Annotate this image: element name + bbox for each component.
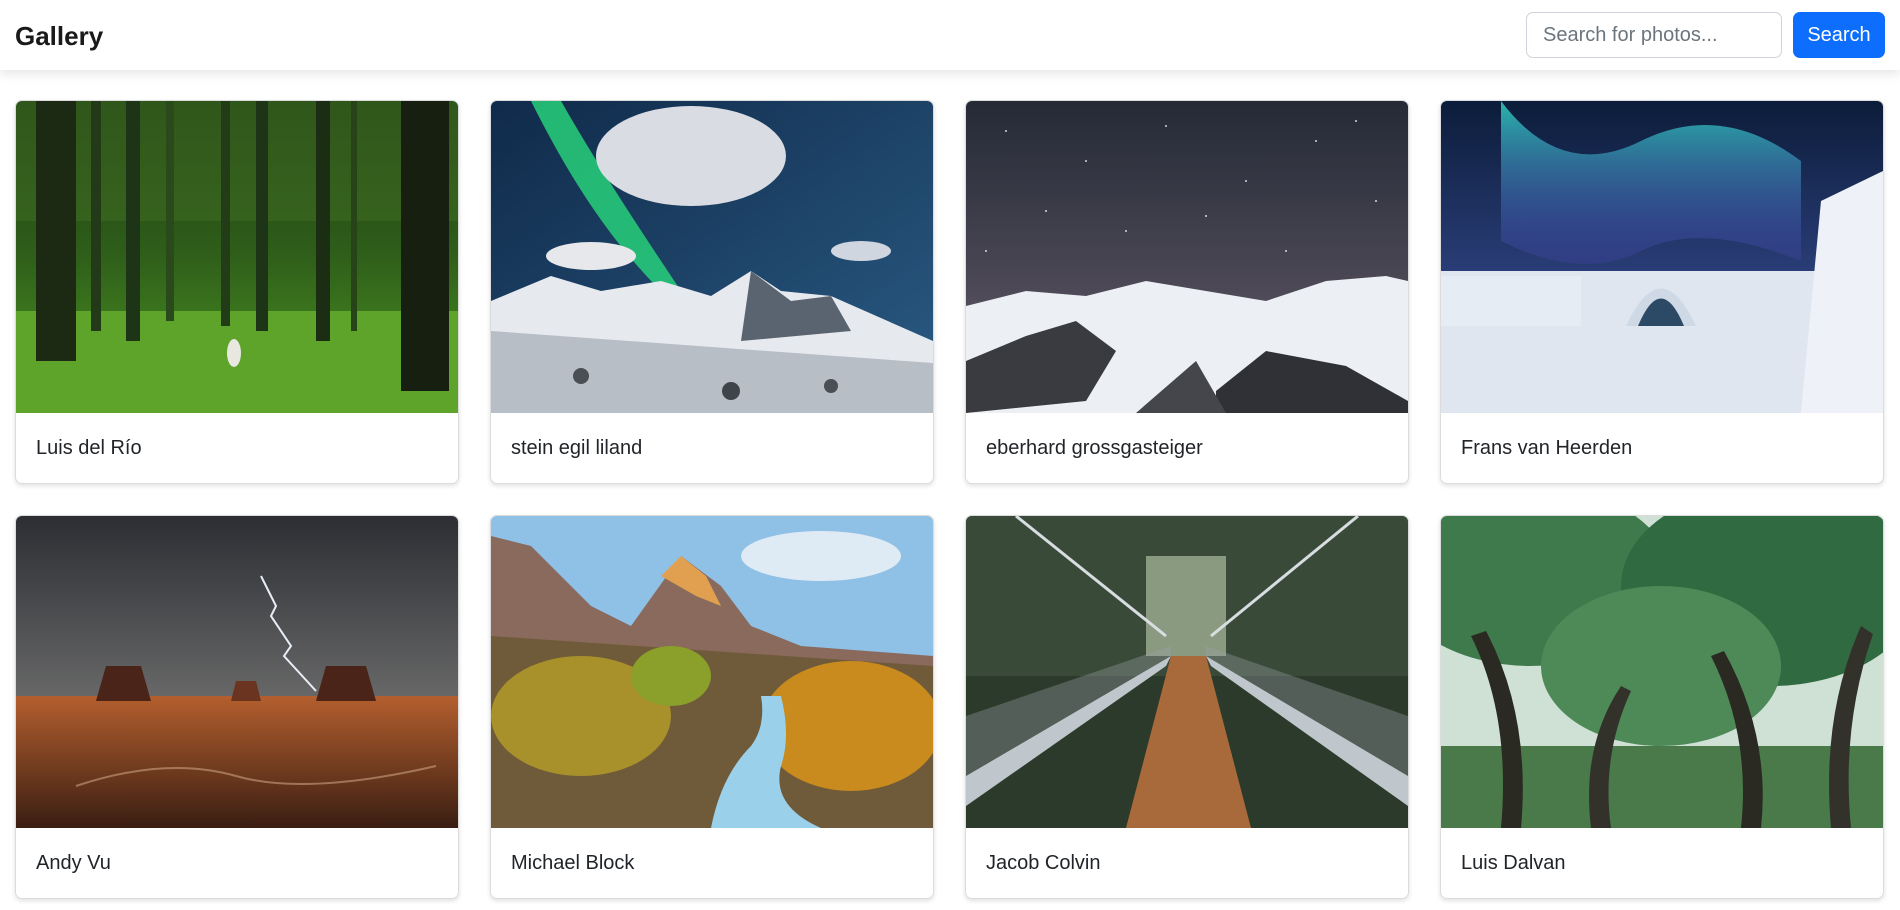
tree-canopy-photo[interactable] — [1441, 516, 1883, 828]
card-body: Andy Vu — [16, 828, 458, 898]
forest-photo[interactable] — [16, 101, 458, 413]
card-body: Luis Dalvan — [1441, 828, 1883, 898]
brand-title[interactable]: Gallery — [15, 20, 103, 52]
card-body: stein egil liland — [491, 413, 933, 483]
suspension-bridge-photo[interactable] — [966, 516, 1408, 828]
card-body: Michael Block — [491, 828, 933, 898]
photo-author: Michael Block — [511, 851, 635, 874]
photo-card[interactable]: Michael Block — [490, 515, 934, 899]
canyon-river-photo[interactable] — [491, 516, 933, 828]
aurora-mountains-photo[interactable] — [491, 101, 933, 413]
search-input[interactable] — [1526, 12, 1782, 58]
search-button[interactable]: Search — [1793, 12, 1885, 58]
photo-author: Luis del Río — [36, 436, 142, 459]
aurora-ice-hotel-photo[interactable] — [1441, 101, 1883, 413]
card-body: Jacob Colvin — [966, 828, 1408, 898]
photo-author: stein egil liland — [511, 436, 643, 459]
photo-author: Andy Vu — [36, 851, 111, 874]
photo-card[interactable]: stein egil liland — [490, 100, 934, 484]
photo-card[interactable]: eberhard grossgasteiger — [965, 100, 1409, 484]
photo-author: eberhard grossgasteiger — [986, 436, 1203, 459]
card-body: Frans van Heerden — [1441, 413, 1883, 483]
photo-author: Jacob Colvin — [986, 851, 1101, 874]
photo-card[interactable]: Luis Dalvan — [1440, 515, 1884, 899]
card-body: eberhard grossgasteiger — [966, 413, 1408, 483]
desert-lightning-photo[interactable] — [16, 516, 458, 828]
photo-card[interactable]: Frans van Heerden — [1440, 100, 1884, 484]
starry-snow-mountains-photo[interactable] — [966, 101, 1408, 413]
photo-author: Luis Dalvan — [1461, 851, 1566, 874]
search-form: Search — [1526, 12, 1885, 58]
photo-grid: Luis del Río stein egil liland eberhard … — [15, 100, 1885, 899]
navbar: Gallery Search — [0, 0, 1900, 70]
photo-card[interactable]: Luis del Río — [15, 100, 459, 484]
card-body: Luis del Río — [16, 413, 458, 483]
photo-card[interactable]: Andy Vu — [15, 515, 459, 899]
photo-author: Frans van Heerden — [1461, 436, 1633, 459]
photo-card[interactable]: Jacob Colvin — [965, 515, 1409, 899]
